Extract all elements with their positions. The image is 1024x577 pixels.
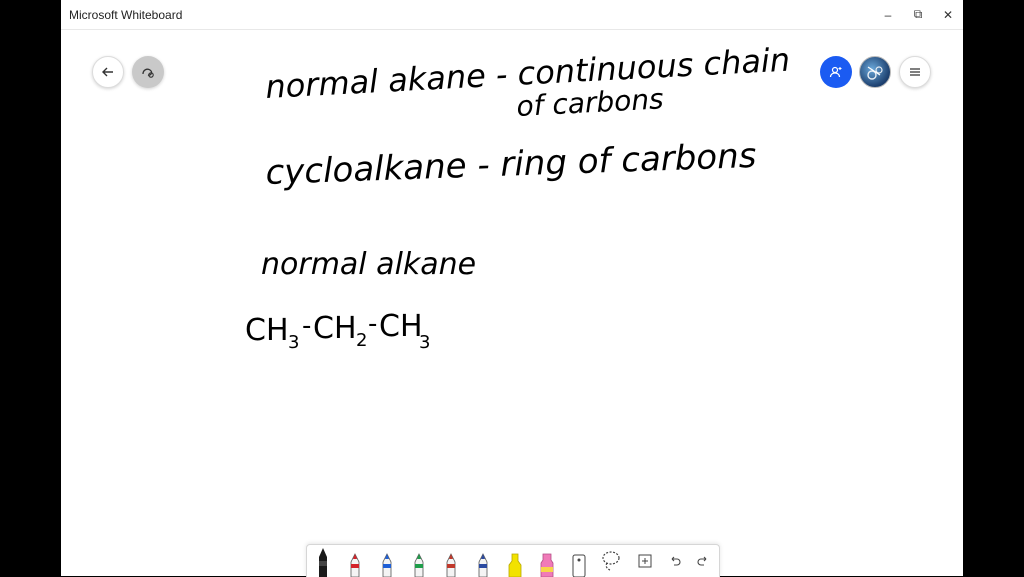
ink-line-normal-alkane: normal alkane [261, 247, 476, 282]
highlighter-icon [540, 553, 554, 577]
formula-dash-1: - [302, 311, 311, 341]
redo-button[interactable] [687, 545, 719, 577]
red-pen-tool[interactable] [339, 545, 371, 577]
arrow-left-icon [102, 67, 113, 77]
pen-icon [478, 553, 488, 577]
formula-dash-2: - [368, 309, 377, 339]
invite-button[interactable] [820, 56, 852, 88]
pen-icon [446, 553, 456, 577]
black-pen-tool[interactable] [307, 545, 339, 577]
ink-toolbar [306, 544, 720, 577]
formula-sub-3: 3 [419, 332, 430, 353]
red-pen-2-tool[interactable] [435, 545, 467, 577]
pen-icon [319, 548, 327, 577]
highlighter-icon [508, 553, 522, 577]
formula-ch-3: CH [379, 309, 423, 344]
menu-button[interactable] [899, 56, 931, 88]
eraser-icon [572, 554, 586, 577]
avatar-image [867, 66, 883, 80]
dark-blue-pen-tool[interactable] [467, 545, 499, 577]
whiteboard-canvas[interactable]: normal akane - continuous chain of carbo… [61, 30, 963, 577]
plus-box-icon [638, 554, 652, 568]
formula-sub-1: 3 [288, 332, 299, 353]
person-add-icon [829, 66, 842, 78]
ink-line-cycloalkane: cycloalkane - ring of carbons [265, 136, 757, 193]
restore-icon: ⧉ [913, 7, 923, 21]
formula-ch-1: CH [245, 313, 289, 348]
lasso-icon [602, 551, 620, 571]
formula-sub-2: 2 [356, 330, 367, 351]
pen-icon [382, 553, 392, 577]
ink-to-shape-button[interactable] [132, 56, 164, 88]
minimize-button[interactable]: – [872, 0, 904, 29]
close-icon: ✕ [942, 7, 954, 22]
handwritten-ink-layer: normal akane - continuous chain of carbo… [245, 41, 791, 353]
title-bar: Microsoft Whiteboard – ⧉ ✕ [61, 0, 963, 30]
ink-formula: CH 3 - CH 2 - CH 3 [245, 309, 430, 353]
redo-icon [697, 556, 707, 566]
eraser-tool[interactable] [563, 545, 595, 577]
yellow-highlighter-tool[interactable] [499, 545, 531, 577]
user-avatar[interactable] [859, 56, 891, 88]
lasso-select-tool[interactable] [595, 545, 627, 577]
minimize-icon: – [884, 7, 892, 22]
close-button[interactable]: ✕ [932, 0, 964, 29]
add-button[interactable] [629, 545, 661, 577]
back-button[interactable] [92, 56, 124, 88]
formula-ch-2: CH [313, 311, 357, 346]
app-title: Microsoft Whiteboard [69, 8, 183, 22]
restore-button[interactable]: ⧉ [902, 0, 934, 29]
ink-line-of-carbons: of carbons [516, 82, 665, 123]
green-pen-tool[interactable] [403, 545, 435, 577]
pen-icon [414, 553, 424, 577]
pink-highlighter-tool[interactable] [531, 545, 563, 577]
whiteboard-window: Microsoft Whiteboard – ⧉ ✕ normal akane … [61, 0, 963, 577]
hamburger-menu-icon [910, 68, 920, 76]
blue-pen-tool[interactable] [371, 545, 403, 577]
undo-icon [671, 556, 681, 566]
ink-to-shape-icon [142, 68, 154, 78]
pen-icon [350, 553, 360, 577]
